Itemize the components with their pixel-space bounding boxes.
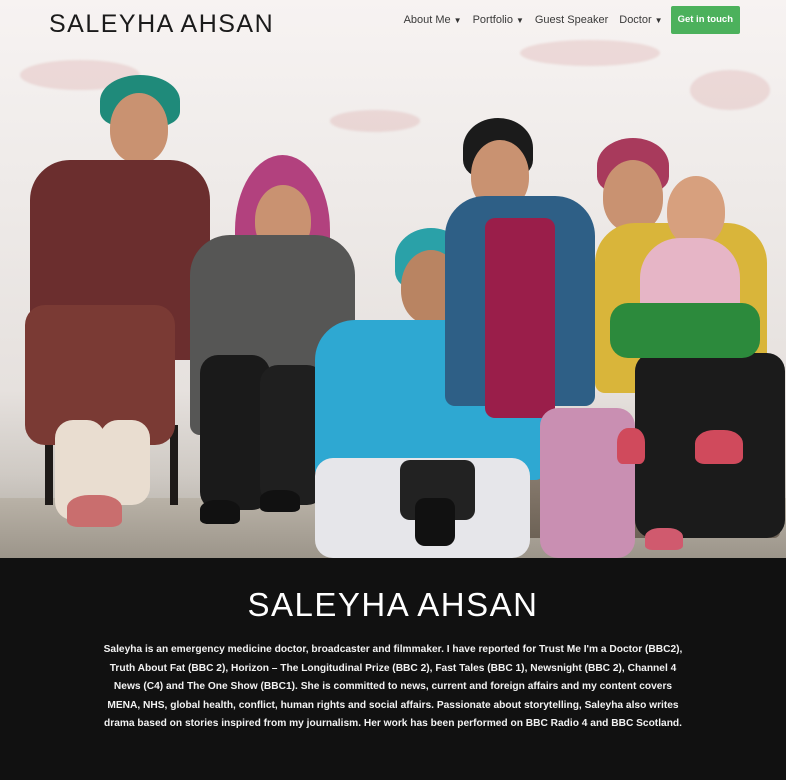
- nav-item-label: Guest Speaker: [534, 14, 609, 26]
- site-header: SALEYHA AHSAN About Me ▼ Portfolio ▼ Gue…: [0, 0, 786, 48]
- get-in-touch-button[interactable]: Get in touch: [670, 6, 740, 34]
- nav-item-label: About Me: [403, 14, 451, 26]
- nav-item-label: Portfolio: [472, 14, 513, 26]
- nav-item-guest-speaker[interactable]: Guest Speaker: [535, 6, 608, 34]
- hero-photo: [0, 0, 786, 558]
- chevron-down-icon: ▼: [654, 15, 663, 25]
- bio-text: Saleyha is an emergency medicine doctor,…: [103, 644, 683, 730]
- site-logo[interactable]: SALEYHA AHSAN: [49, 10, 274, 39]
- chevron-down-icon: ▼: [453, 15, 462, 25]
- main-menu: About Me ▼ Portfolio ▼ Guest Speaker Doc…: [393, 6, 740, 34]
- nav-item-label: Doctor: [619, 14, 652, 26]
- bio-section: SALEYHA AHSAN Saleyha is an emergency me…: [0, 558, 786, 780]
- chevron-down-icon: ▼: [515, 15, 524, 25]
- nav-item-about-me[interactable]: About Me ▼: [404, 6, 462, 34]
- nav-item-doctor[interactable]: Doctor ▼: [619, 6, 662, 34]
- nav-item-portfolio[interactable]: Portfolio ▼: [473, 6, 524, 34]
- bio-title: SALEYHA AHSAN: [247, 586, 539, 623]
